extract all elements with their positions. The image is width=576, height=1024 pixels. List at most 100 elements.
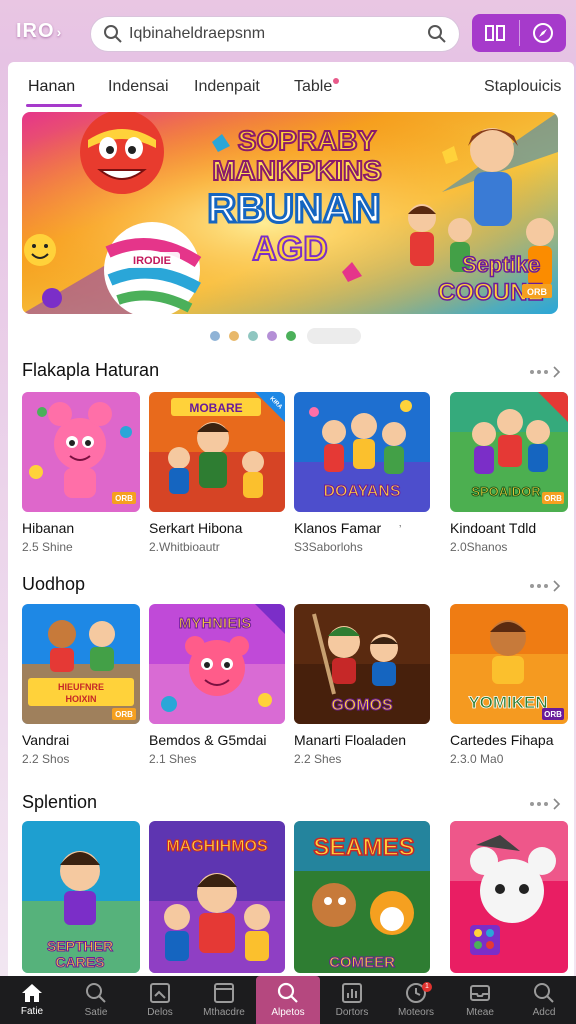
more-dot: [544, 370, 548, 374]
window-icon: [214, 983, 234, 1003]
grid-view-icon: [485, 25, 506, 41]
carousel-dot[interactable]: [229, 331, 239, 341]
nav-inbox[interactable]: Mteae: [448, 976, 512, 1024]
section-more-button[interactable]: [530, 576, 566, 596]
notification-badge: 1: [422, 982, 432, 992]
search-icon: [534, 983, 554, 1003]
header-actions: [472, 14, 566, 52]
carousel-dot[interactable]: [248, 331, 258, 341]
more-dot: [530, 370, 534, 374]
game-meta: 2.Whitbioautr: [149, 540, 220, 554]
card-art-text: HIEUFNRE: [58, 682, 104, 692]
section-title: Uodhop: [22, 574, 86, 594]
tab-hanan[interactable]: Hanan: [28, 78, 75, 96]
search-icon: [104, 25, 122, 43]
nav-activity[interactable]: 1 Moteors: [384, 976, 448, 1024]
banner-title-line4: AGD: [252, 230, 328, 268]
carousel-dot[interactable]: [267, 331, 277, 341]
game-title: Klanos Famar ʼ: [294, 520, 412, 536]
banner-ball-text: IRODIE: [133, 255, 171, 267]
section-more-button[interactable]: [530, 362, 566, 382]
nav-label: Alpetos: [271, 1007, 305, 1018]
logo-text: IRO: [16, 20, 55, 42]
nav-label: Dortors: [335, 1007, 369, 1018]
chevron-right-icon: [553, 580, 561, 592]
carousel-dot[interactable]: [210, 331, 220, 341]
nav-find[interactable]: Adcd: [512, 976, 576, 1024]
game-card[interactable]: MAGHIHMOS: [149, 821, 285, 973]
carousel-active-pill[interactable]: [307, 328, 361, 344]
game-thumbnail: GOMOS: [294, 604, 430, 724]
inbox-icon: [470, 985, 490, 1001]
game-card[interactable]: SPOAIDOR ORB Kindoant Tdld 2.0Shanos: [450, 392, 568, 554]
card-art-text: MYHNIEIS: [179, 615, 252, 632]
card-art-text: YOMIKEN: [468, 693, 547, 712]
nav-label: Mthacdre: [203, 1007, 245, 1018]
game-title: Manarti Floaladen: [294, 732, 407, 748]
game-card[interactable]: GOMOS Manarti Floaladen 2.2 Shes: [294, 604, 430, 766]
game-meta: 2.0Shanos: [450, 540, 508, 554]
chevron-right-icon: [553, 366, 561, 378]
notification-dot: [333, 78, 340, 84]
bottom-navigation: Fatie Satie Delos Mthacdre Alpetos Dorto…: [0, 976, 576, 1024]
game-card[interactable]: ORB Hibanan 2.5 Shine: [22, 392, 140, 554]
game-card[interactable]: DOAYANS Klanos Famar ʼ S3Saborlohs: [294, 392, 430, 554]
game-card[interactable]: YOMIKEN ORB Cartedes Fihapa 2.3.0 Ma0: [450, 604, 568, 766]
nav-window[interactable]: Mthacdre: [192, 976, 256, 1024]
search-input[interactable]: [129, 25, 427, 43]
game-card[interactable]: SEAMES COMEER: [294, 821, 430, 973]
section-more-button[interactable]: [530, 794, 566, 814]
nav-search[interactable]: Satie: [64, 976, 128, 1024]
more-dot: [544, 802, 548, 806]
game-card[interactable]: HIEUFNRE HOIXIN ORB Vandrai 2.2 Shos: [22, 604, 140, 766]
active-tab-indicator: [26, 104, 82, 107]
carousel-indicator: [210, 328, 361, 344]
search-bar[interactable]: [90, 16, 460, 52]
carousel-dot[interactable]: [286, 331, 296, 341]
tab-indenpait[interactable]: Indenpait: [194, 78, 260, 96]
game-card[interactable]: [450, 821, 568, 973]
home-icon: [22, 984, 42, 1002]
more-dot: [530, 584, 534, 588]
tab-staplouicis[interactable]: Staplouicis: [484, 78, 561, 96]
card-art-text: CARES: [55, 954, 104, 970]
game-thumbnail: MOBARE KIRA: [149, 392, 285, 512]
game-row: ORB Hibanan 2.5 Shine MOBARE KIRA Serkar…: [22, 392, 568, 562]
tab-label: Indenpait: [194, 78, 260, 95]
card-art-text: COMEER: [329, 954, 395, 971]
game-card[interactable]: SEPTHER CARES: [22, 821, 140, 973]
profile-button[interactable]: [519, 14, 566, 52]
nav-label: Delos: [147, 1007, 173, 1018]
search-icon: [277, 982, 298, 1003]
nav-stats[interactable]: Dortors: [320, 976, 384, 1024]
game-card[interactable]: MOBARE KIRA Serkart Hibona 2.Whitbioautr: [149, 392, 285, 554]
nav-label: Moteors: [397, 1007, 435, 1018]
card-art-text: MAGHIHMOS: [166, 838, 268, 855]
game-thumbnail: HIEUFNRE HOIXIN ORB: [22, 604, 140, 724]
game-thumbnail: SEAMES COMEER: [294, 821, 430, 973]
banner-title-line3: RBUNAN: [207, 187, 380, 231]
card-tag: ORB: [544, 494, 562, 503]
search-icon: [86, 983, 106, 1003]
nav-label: Fatie: [20, 1006, 44, 1017]
more-dot: [537, 370, 541, 374]
app-logo[interactable]: IRO ›: [16, 20, 62, 43]
banner-artwork: IRODIE SOPRABY MANKPKINS RBUNAN AGD Sept…: [22, 112, 558, 314]
game-title: Serkart Hibona: [149, 520, 243, 536]
tab-table[interactable]: Table: [294, 78, 340, 96]
nav-photos[interactable]: Delos: [128, 976, 192, 1024]
tab-bar: Hanan Indensai Indenpait Table Staplouic…: [8, 62, 574, 110]
card-tag: ORB: [115, 494, 133, 503]
hero-banner[interactable]: IRODIE SOPRABY MANKPKINS RBUNAN AGD Sept…: [22, 112, 558, 314]
card-art-text: SEAMES: [313, 834, 414, 861]
grid-view-button[interactable]: [472, 14, 519, 52]
game-card[interactable]: MYHNIEIS Bemdos & G5mdai 2.1 Shes: [149, 604, 285, 766]
game-title: Cartedes Fihapa: [450, 732, 554, 748]
search-submit-icon[interactable]: [427, 24, 447, 44]
nav-home[interactable]: Fatie: [0, 976, 64, 1024]
card-art-text: MOBARE: [189, 401, 242, 415]
nav-explore[interactable]: Alpetos: [256, 976, 320, 1024]
section-title: Flakapla Haturan: [22, 360, 160, 380]
card-art-text: SEPTHER: [47, 938, 113, 954]
tab-indensai[interactable]: Indensai: [108, 78, 169, 96]
